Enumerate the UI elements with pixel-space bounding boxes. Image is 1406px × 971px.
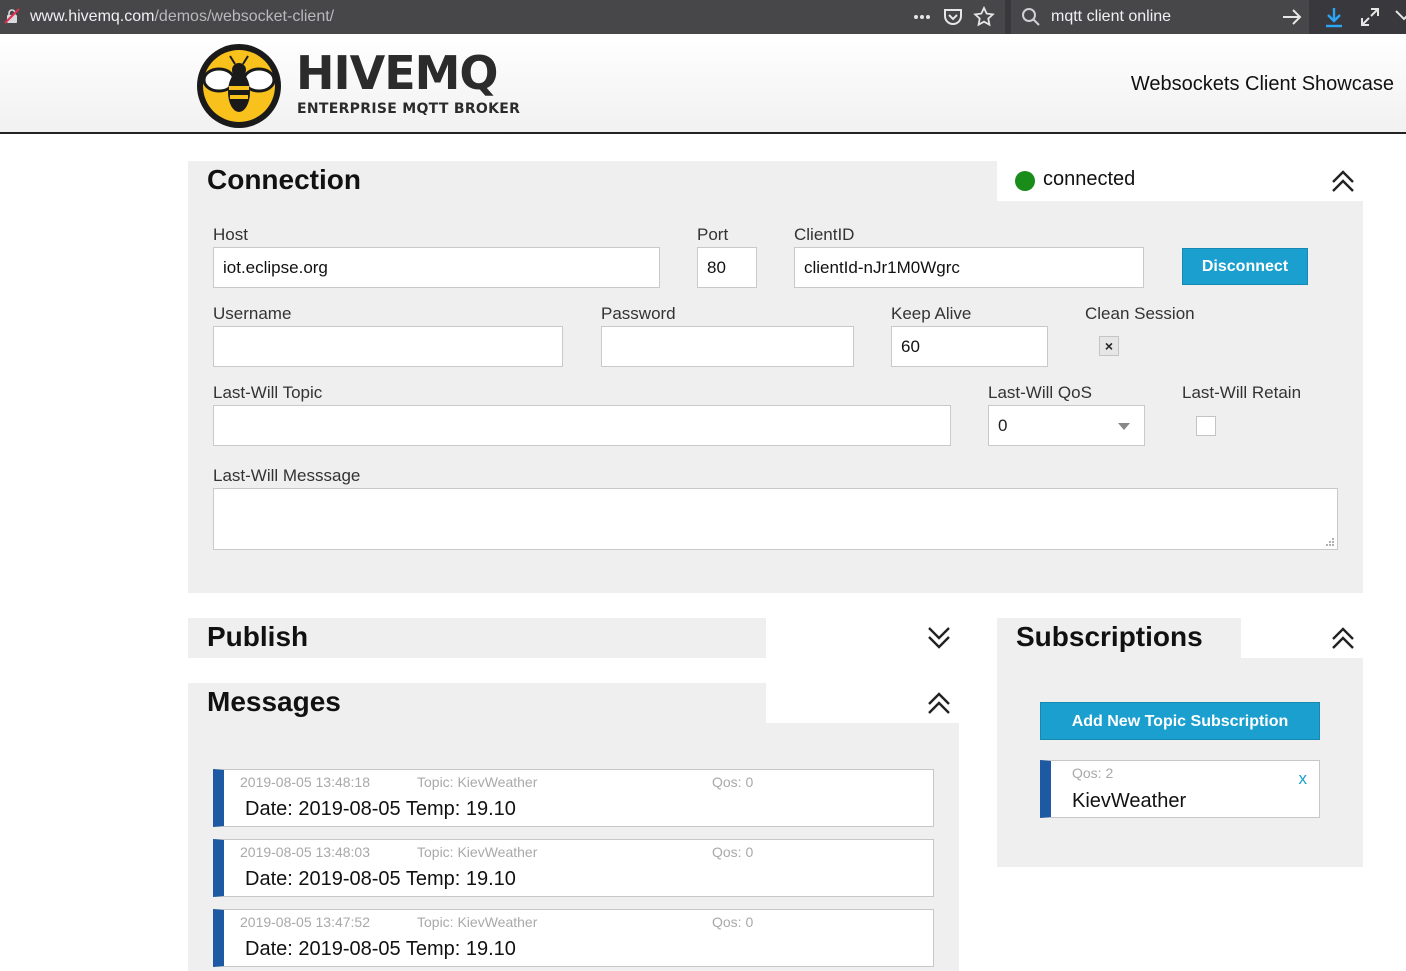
username-input[interactable] bbox=[213, 326, 563, 367]
message-item: 2019-08-05 13:48:18 Topic: KievWeather Q… bbox=[213, 769, 934, 827]
expand-down-icon[interactable] bbox=[926, 625, 952, 651]
clientid-input[interactable] bbox=[794, 247, 1144, 288]
message-time: 2019-08-05 13:47:52 bbox=[240, 914, 370, 930]
password-input[interactable] bbox=[601, 326, 854, 367]
lastwill-message-label: Last-Will Messsage bbox=[213, 466, 361, 485]
lastwill-retain-label: Last-Will Retain bbox=[1182, 383, 1302, 402]
status-indicator-dot bbox=[1015, 171, 1035, 191]
subscription-topic: KievWeather bbox=[1072, 790, 1187, 812]
keepalive-label: Keep Alive bbox=[891, 304, 972, 323]
lastwill-qos-select[interactable]: 0 bbox=[988, 405, 1145, 446]
search-go-arrow-icon[interactable] bbox=[1280, 5, 1304, 29]
message-time: 2019-08-05 13:48:18 bbox=[240, 774, 370, 790]
remove-subscription-button[interactable]: x bbox=[1299, 769, 1308, 789]
logo-title[interactable]: HIVEMQ bbox=[296, 50, 499, 96]
connection-title: Connection bbox=[207, 164, 361, 195]
port-label: Port bbox=[697, 225, 729, 244]
subscription-qos: Qos: 2 bbox=[1072, 765, 1114, 781]
menu-icon[interactable] bbox=[1392, 5, 1406, 29]
pocket-icon[interactable] bbox=[941, 5, 965, 29]
message-topic: Topic: KievWeather bbox=[417, 844, 538, 860]
lastwill-topic-label: Last-Will Topic bbox=[213, 383, 323, 402]
keepalive-input[interactable] bbox=[891, 326, 1048, 367]
message-time: 2019-08-05 13:48:03 bbox=[240, 844, 370, 860]
port-input[interactable] bbox=[697, 247, 757, 288]
collapse-up-icon[interactable] bbox=[1330, 168, 1356, 194]
url-bar[interactable]: www.hivemq.com/demos/websocket-client/ bbox=[0, 0, 1005, 34]
subscription-item: Qos: 2 KievWeather x bbox=[1040, 760, 1320, 818]
lastwill-qos-value: 0 bbox=[998, 416, 1008, 435]
collapse-up-icon[interactable] bbox=[926, 690, 952, 716]
search-icon bbox=[1022, 8, 1040, 26]
add-subscription-button[interactable]: Add New Topic Subscription bbox=[1040, 702, 1320, 740]
browser-toolbar: www.hivemq.com/demos/websocket-client/ m… bbox=[0, 0, 1406, 34]
clean-session-label: Clean Session bbox=[1085, 304, 1195, 323]
dropdown-arrow-icon bbox=[1118, 423, 1130, 430]
subscriptions-title: Subscriptions bbox=[1016, 621, 1203, 652]
host-label: Host bbox=[213, 225, 248, 244]
page-actions-icon[interactable] bbox=[910, 5, 934, 29]
message-item: 2019-08-05 13:47:52 Topic: KievWeather Q… bbox=[213, 909, 934, 967]
lastwill-message-textarea[interactable] bbox=[213, 488, 1338, 550]
url-path: /demos/websocket-client/ bbox=[154, 8, 335, 25]
url-domain: www.hivemq.com bbox=[30, 8, 155, 25]
fullscreen-icon[interactable] bbox=[1358, 5, 1382, 29]
publish-title[interactable]: Publish bbox=[207, 621, 308, 653]
logo-tagline: ENTERPRISE MQTT BROKER bbox=[297, 101, 521, 117]
connection-status: connected bbox=[1043, 168, 1136, 190]
resize-grip-icon[interactable] bbox=[1325, 537, 1335, 547]
messages-title: Messages bbox=[207, 686, 341, 717]
username-label: Username bbox=[213, 304, 292, 323]
page-subtitle: Websockets Client Showcase bbox=[1130, 73, 1394, 95]
message-body: Date: 2019-08-05 Temp: 19.10 bbox=[245, 798, 516, 820]
message-item: 2019-08-05 13:48:03 Topic: KievWeather Q… bbox=[213, 839, 934, 897]
password-label: Password bbox=[601, 304, 676, 323]
message-qos: Qos: 0 bbox=[712, 774, 754, 790]
insecure-lock-icon[interactable] bbox=[4, 8, 20, 24]
url-text[interactable]: www.hivemq.com/demos/websocket-client/ bbox=[30, 8, 334, 26]
lastwill-retain-checkbox[interactable] bbox=[1196, 416, 1216, 436]
lastwill-topic-input[interactable] bbox=[213, 405, 951, 446]
lastwill-qos-label: Last-Will QoS bbox=[988, 383, 1092, 402]
message-topic: Topic: KievWeather bbox=[417, 774, 538, 790]
bookmark-star-icon[interactable] bbox=[972, 5, 996, 29]
message-body: Date: 2019-08-05 Temp: 19.10 bbox=[245, 868, 516, 890]
host-input[interactable] bbox=[213, 247, 660, 288]
clean-session-checkbox[interactable]: × bbox=[1099, 336, 1119, 356]
download-icon[interactable] bbox=[1322, 5, 1346, 29]
hivemq-bee-logo-icon[interactable] bbox=[195, 42, 283, 130]
message-qos: Qos: 0 bbox=[712, 914, 754, 930]
disconnect-button[interactable]: Disconnect bbox=[1182, 248, 1308, 285]
search-query[interactable]: mqtt client online bbox=[1051, 8, 1171, 26]
message-qos: Qos: 0 bbox=[712, 844, 754, 860]
collapse-up-icon[interactable] bbox=[1330, 625, 1356, 651]
message-body: Date: 2019-08-05 Temp: 19.10 bbox=[245, 938, 516, 960]
message-topic: Topic: KievWeather bbox=[417, 914, 538, 930]
clientid-label: ClientID bbox=[794, 225, 855, 244]
